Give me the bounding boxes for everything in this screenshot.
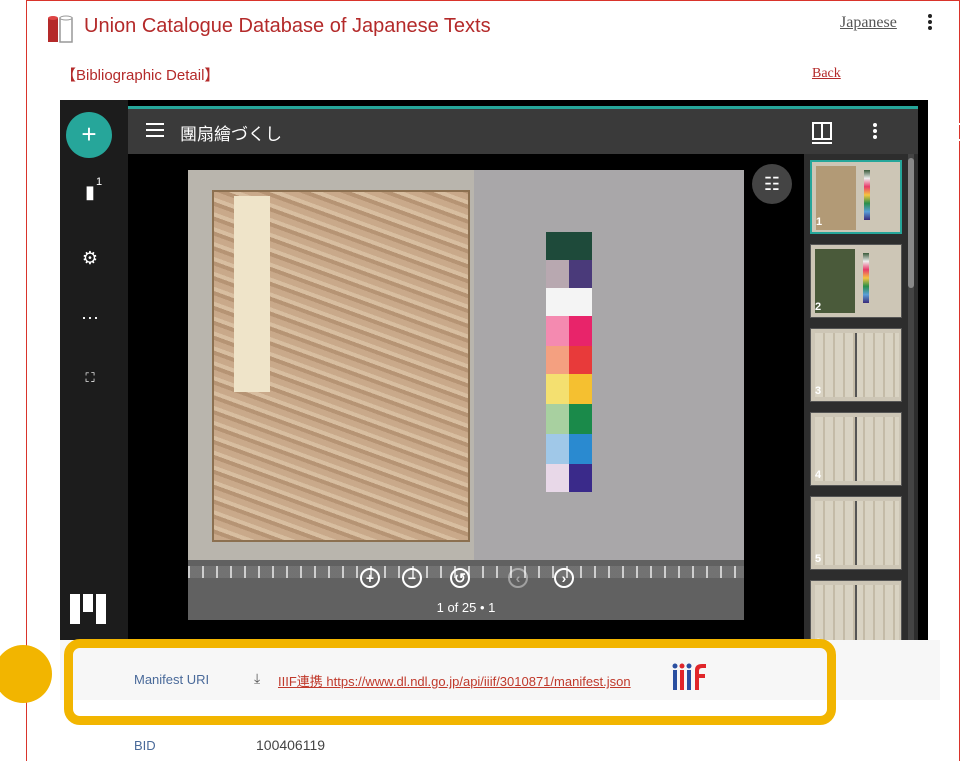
viewer-title: 團扇繪づくし	[180, 125, 282, 144]
add-resource-button[interactable]: +	[66, 112, 112, 158]
more-menu-icon[interactable]	[920, 12, 940, 34]
zoom-in-icon[interactable]: +	[360, 568, 380, 588]
settings-gear-icon[interactable]: ⚙	[78, 246, 102, 270]
manifest-uri-label: Manifest URI	[134, 672, 210, 687]
thumbnail-item[interactable]: 3	[810, 328, 902, 402]
bid-value: 100406119	[256, 737, 326, 753]
page-heading: 【Bibliographic Detail】	[61, 67, 220, 84]
viewer-side-rail: + ▮ 1 ⚙ ⋯ ⛶	[60, 100, 128, 640]
thumbnail-scrollbar[interactable]	[908, 154, 914, 640]
window-count-badge: 1	[96, 176, 103, 188]
book-view-icon[interactable]	[812, 122, 832, 144]
thumbnail-item[interactable]: 6	[810, 580, 902, 640]
iiif-logo[interactable]	[672, 662, 708, 692]
more-options-icon[interactable]: ⋯	[78, 306, 102, 330]
thumbnail-item[interactable]: 4	[810, 412, 902, 486]
image-canvas[interactable]: + − ↺ ‹ › 1 of 25 • 1 ☷	[128, 154, 804, 640]
fullscreen-icon[interactable]: ⛶	[78, 366, 102, 390]
viewer-menu-icon[interactable]	[870, 121, 880, 143]
download-icon[interactable]: ⤓	[254, 670, 260, 687]
manifest-uri-link[interactable]: IIIF連携 https://www.dl.ndl.go.jp/api/iiif…	[278, 671, 631, 690]
thumbnail-strip: 1 2 3 4 5 6	[804, 154, 918, 640]
right-page-image	[474, 170, 744, 560]
thumbnail-item[interactable]: 1	[810, 160, 902, 234]
image-tools-icon[interactable]: ☷	[752, 164, 792, 204]
mirador-logo	[70, 594, 106, 624]
previous-page-icon[interactable]: ‹	[508, 568, 528, 588]
iiif-viewer: + ▮ 1 ⚙ ⋯ ⛶ 團扇繪づくし + − ↺ ‹ › 1 of 25 • 1…	[60, 100, 960, 640]
zoom-out-icon[interactable]: −	[402, 568, 422, 588]
book-logo-icon	[48, 15, 73, 43]
bid-label: BID	[134, 738, 156, 753]
next-page-icon[interactable]: ›	[554, 568, 574, 588]
back-link[interactable]: Back	[812, 66, 841, 82]
viewer-navigation-bar: + − ↺ ‹ › 1 of 25 • 1	[188, 560, 744, 620]
thumbnail-item[interactable]: 5	[810, 496, 902, 570]
hamburger-menu-icon[interactable]	[146, 123, 164, 137]
maximize-window-icon[interactable]	[946, 123, 960, 141]
language-link[interactable]: Japanese	[840, 14, 897, 32]
page-counter: 1 of 25 • 1	[436, 600, 496, 615]
app-title[interactable]: Union Catalogue Database of Japanese Tex…	[84, 15, 491, 38]
cover-title-slip	[234, 196, 270, 392]
reset-zoom-icon[interactable]: ↺	[450, 568, 470, 588]
viewer-toolbar: 團扇繪づくし	[128, 106, 960, 154]
thumbnail-item[interactable]: 2	[810, 244, 902, 318]
color-chart-image	[546, 232, 592, 502]
